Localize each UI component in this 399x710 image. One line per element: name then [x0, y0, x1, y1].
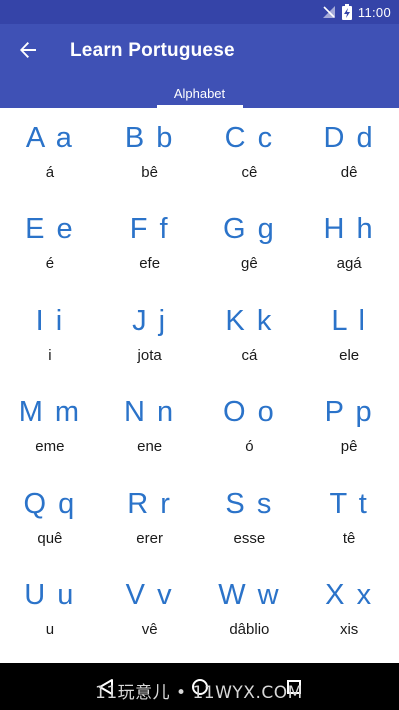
letter-name: quê [37, 529, 63, 547]
letter-name: efe [139, 255, 161, 273]
letter-glyphs: E e [25, 213, 75, 246]
tab-alphabet[interactable]: Alphabet [156, 82, 243, 108]
letter-card[interactable]: L l ele [299, 304, 399, 398]
alphabet-grid: A a á B b bê C c cê D d dê E e é F f efe G g gê H h agá… [0, 108, 399, 663]
letter-card[interactable]: E e é [0, 215, 100, 306]
page-title: Learn Portuguese [70, 40, 235, 61]
letter-glyphs: G g [223, 213, 276, 246]
letter-name: pê [340, 438, 358, 456]
letter-card[interactable]: P p pê [299, 398, 399, 489]
watermark-text: 11玩意儿 • 11WYX.COM [95, 683, 303, 703]
status-bar: 11:00 [0, 0, 399, 24]
letter-name: é [45, 255, 55, 273]
letter-glyphs: N n [124, 396, 176, 429]
letter-name: á [45, 164, 55, 181]
letter-glyphs: X x [325, 578, 374, 611]
letter-glyphs: W w [218, 578, 281, 611]
letter-glyphs: S s [225, 487, 274, 520]
letter-name: dâblio [229, 620, 270, 638]
letter-name: ene [137, 438, 163, 456]
letter-name: vê [141, 620, 158, 638]
letter-card[interactable]: H h agá [299, 215, 399, 306]
letter-card[interactable]: M m eme [0, 398, 100, 489]
letter-name: i [48, 346, 52, 364]
letter-card[interactable]: C c cê [200, 124, 300, 215]
letter-card[interactable]: K k cá [200, 304, 300, 398]
letter-glyphs: O o [223, 396, 276, 429]
letter-glyphs: M m [18, 396, 82, 429]
letter-name: ó [245, 438, 254, 456]
letter-glyphs: I i [35, 304, 65, 337]
app-bar: Learn Portuguese Alphabet [0, 24, 399, 108]
status-time: 11:00 [357, 4, 391, 20]
letter-name: tê [342, 529, 356, 547]
letter-glyphs: T t [329, 487, 369, 520]
letter-name: dê [340, 164, 358, 181]
letter-glyphs: L l [331, 304, 367, 337]
letter-glyphs: P p [324, 396, 374, 429]
letter-card[interactable]: R r erer [100, 487, 200, 581]
letter-card[interactable]: W w dâblio [200, 578, 300, 663]
letter-card[interactable]: J j jota [100, 304, 200, 398]
letter-card[interactable]: G g gê [200, 215, 300, 306]
arrow-left-icon [20, 42, 36, 58]
signal-off-icon [322, 5, 336, 19]
letter-glyphs: U u [24, 578, 76, 611]
battery-charging-icon [341, 4, 352, 20]
letter-name: erer [136, 529, 163, 547]
letter-name: jota [137, 346, 162, 364]
letter-card[interactable]: D d dê [299, 124, 399, 215]
letter-name: agá [336, 255, 362, 273]
letter-glyphs: V v [125, 578, 174, 611]
letter-card[interactable]: S s esse [200, 487, 300, 581]
letter-card[interactable]: A a á [0, 124, 100, 215]
letter-glyphs: A a [25, 122, 74, 154]
letter-card[interactable]: Q q quê [0, 487, 100, 581]
letter-card[interactable]: N n ene [100, 398, 200, 489]
letter-name: eme [35, 438, 65, 456]
letter-card[interactable]: U u u [0, 578, 100, 663]
letter-name: cê [241, 164, 258, 181]
letter-name: gê [241, 255, 258, 273]
letter-name: esse [233, 529, 266, 547]
letter-glyphs: C c [224, 122, 275, 154]
letter-name: cá [241, 346, 258, 364]
letter-glyphs: D d [323, 122, 375, 154]
letter-card[interactable]: X x xis [299, 578, 399, 663]
letter-glyphs: R r [127, 487, 172, 520]
letter-glyphs: Q q [23, 487, 77, 520]
letter-glyphs: H h [323, 213, 375, 246]
letter-card[interactable]: B b bê [100, 124, 200, 215]
letter-name: xis [339, 620, 359, 638]
letter-glyphs: J j [132, 304, 168, 337]
letter-glyphs: F f [129, 213, 170, 246]
tab-label: Alphabet [173, 86, 226, 101]
letter-card[interactable]: T t tê [299, 487, 399, 581]
letter-glyphs: K k [225, 304, 274, 337]
letter-card[interactable]: F f efe [100, 215, 200, 306]
letter-name: ele [339, 346, 360, 364]
letter-card[interactable]: O o ó [200, 398, 300, 489]
letter-card[interactable]: V v vê [100, 578, 200, 663]
tab-bar: Alphabet [0, 82, 399, 108]
letter-name: u [45, 620, 55, 638]
letter-glyphs: B b [124, 122, 175, 154]
back-button[interactable] [12, 34, 44, 66]
letter-card[interactable]: I i i [0, 304, 100, 398]
letter-name: bê [141, 164, 158, 181]
